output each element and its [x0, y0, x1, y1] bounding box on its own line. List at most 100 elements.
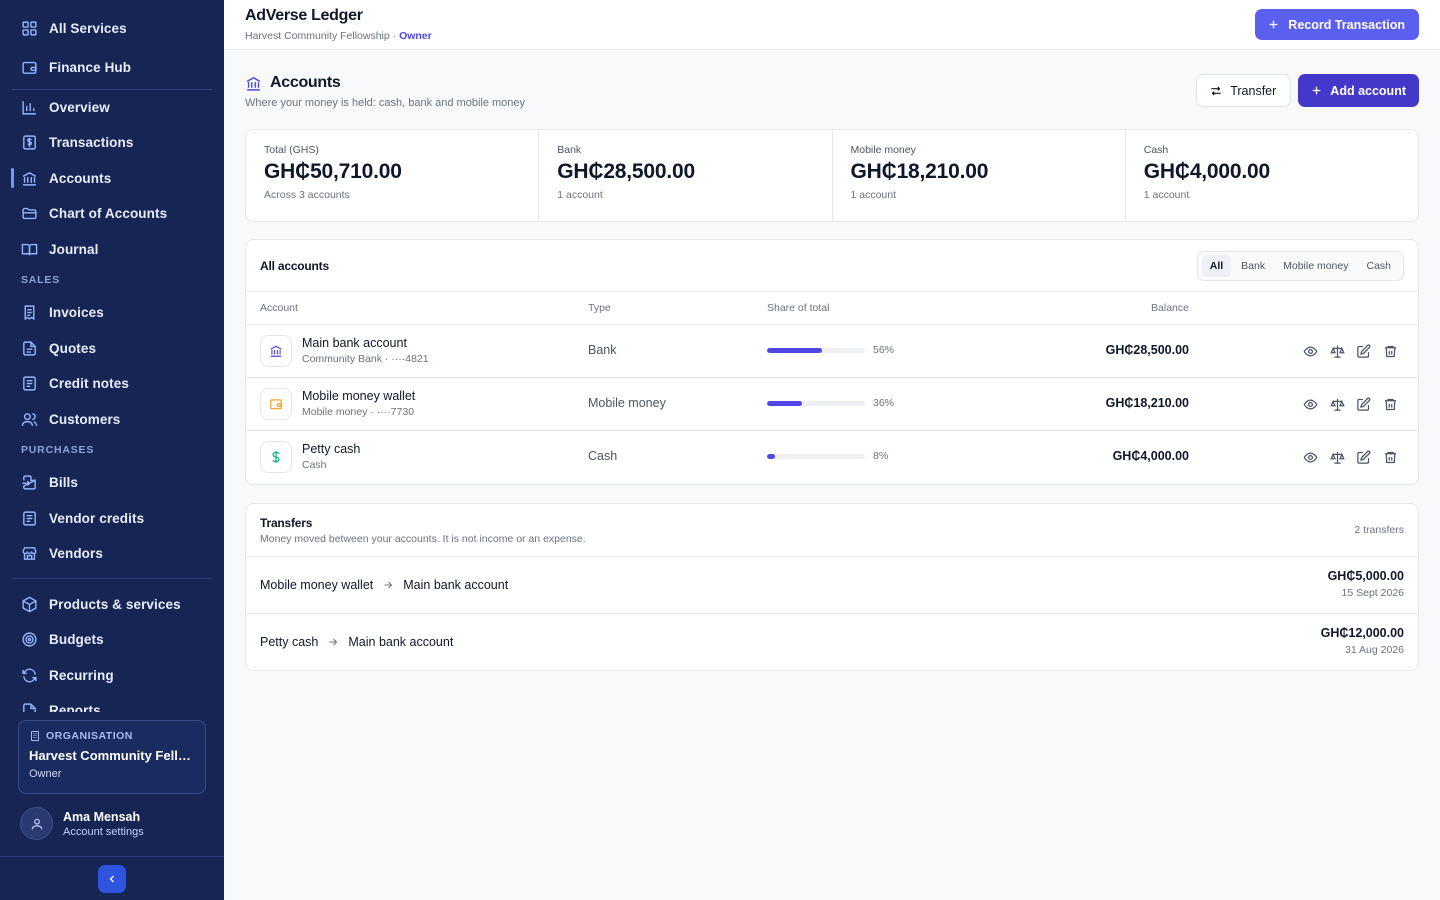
transfers-subtitle: Money moved between your accounts. It is… [260, 533, 586, 545]
bar-chart-icon [20, 98, 38, 116]
edit-icon[interactable] [1355, 342, 1373, 360]
transfer-from: Mobile money wallet [260, 578, 374, 592]
transfer-row[interactable]: Petty cash Main bank account GH₵12,000.0… [246, 614, 1418, 670]
table-header: Account Type Share of total Balance [246, 292, 1418, 325]
sidebar-item-products-services[interactable]: Products & services [12, 588, 212, 620]
sidebar-item-reports[interactable]: Reports [12, 694, 212, 712]
transfer-to: Main bank account [403, 578, 509, 592]
bank-icon [245, 75, 262, 92]
edit-icon[interactable] [1355, 448, 1373, 466]
stat-value: GH₵4,000.00 [1143, 160, 1270, 183]
transfers-title: Transfers [260, 516, 313, 530]
sidebar-item-label: Finance Hub [49, 59, 132, 75]
scale-icon[interactable] [1328, 395, 1346, 413]
trash-icon[interactable] [1381, 448, 1399, 466]
share-bar-fill [767, 348, 822, 353]
share-percent: 36% [873, 397, 895, 409]
box-icon [20, 595, 38, 613]
sidebar-item-quotes[interactable]: Quotes [12, 332, 212, 364]
app-title: AdVerse Ledger [245, 7, 363, 24]
organisation-card[interactable]: ORGANISATION Harvest Community Fello... … [18, 720, 206, 794]
sidebar-item-bills[interactable]: Bills [12, 466, 212, 498]
sidebar-item-label: Accounts [49, 170, 112, 186]
scale-icon[interactable] [1328, 448, 1346, 466]
chevron-left-icon [109, 875, 114, 883]
scale-icon[interactable] [1328, 342, 1346, 360]
nav-divider [12, 578, 212, 579]
sidebar-item-chart-of-accounts[interactable]: Chart of Accounts [12, 197, 212, 229]
sidebar-item-transactions[interactable]: Transactions [12, 126, 212, 158]
notes-icon [20, 374, 38, 392]
account-type: Mobile money [588, 396, 666, 410]
transfer-icon [1209, 84, 1223, 98]
collapse-sidebar-button[interactable] [98, 865, 126, 893]
trash-icon[interactable] [1381, 342, 1399, 360]
sidebar-item-overview[interactable]: Overview [12, 91, 212, 123]
transfers-card: Transfers Money moved between your accou… [245, 503, 1419, 671]
app-subtitle: Harvest Community Fellowship · Owner [245, 30, 432, 42]
sidebar-item-customers[interactable]: Customers [12, 403, 212, 435]
sidebar-item-invoices[interactable]: Invoices [12, 296, 212, 328]
page-subtitle: Where your money is held: cash, bank and… [245, 97, 526, 109]
transfer-row[interactable]: Mobile money wallet Main bank account GH… [246, 557, 1418, 614]
sidebar-item-all-services[interactable]: All Services [12, 12, 212, 44]
transfer-from: Petty cash [260, 635, 319, 649]
transfers-header: Transfers Money moved between your accou… [246, 504, 1418, 557]
sidebar-item-label: Credit notes [49, 375, 129, 391]
trash-icon[interactable] [1381, 395, 1399, 413]
sidebar-item-accounts[interactable]: Accounts [12, 162, 212, 194]
transfer-path: Mobile money wallet Main bank account [260, 578, 508, 592]
stat-label: Total (GHS) [264, 144, 319, 156]
account-settings-link[interactable]: Account settings [63, 826, 144, 838]
account-name: Petty cash [302, 442, 361, 456]
notes-icon [20, 509, 38, 527]
filter-all[interactable]: All [1201, 255, 1232, 277]
stat-mobile-money: Mobile money GH₵18,210.00 1 account [833, 130, 1126, 221]
user-account[interactable]: Ama Mensah Account settings [20, 807, 144, 840]
sidebar-item-label: Journal [49, 241, 99, 257]
org-name: Harvest Community Fellowship [245, 30, 390, 42]
eye-icon[interactable] [1302, 342, 1320, 360]
accounts-card-title: All accounts [260, 259, 329, 273]
sidebar-item-budgets[interactable]: Budgets [12, 623, 212, 655]
record-transaction-button[interactable]: Record Transaction [1255, 9, 1419, 40]
edit-icon[interactable] [1355, 395, 1373, 413]
row-actions [1293, 448, 1399, 466]
filter-cash[interactable]: Cash [1358, 255, 1399, 277]
transfer-date: 15 Sept 2026 [1341, 587, 1404, 599]
column-header-account: Account [260, 302, 298, 314]
share-bar [767, 401, 865, 406]
sidebar-item-recurring[interactable]: Recurring [12, 659, 212, 691]
transfer-button[interactable]: Transfer [1196, 74, 1292, 107]
sidebar-item-vendor-credits[interactable]: Vendor credits [12, 502, 212, 534]
sidebar-item-finance-hub[interactable]: Finance Hub [12, 51, 212, 83]
sidebar-item-journal[interactable]: Journal [12, 233, 212, 265]
account-balance: GH₵28,500.00 [1105, 343, 1189, 357]
sidebar-item-vendors[interactable]: Vendors [12, 537, 212, 569]
add-account-button[interactable]: Add account [1298, 74, 1419, 107]
add-account-label: Add account [1330, 83, 1406, 98]
sidebar-item-credit-notes[interactable]: Credit notes [12, 367, 212, 399]
target-icon [20, 630, 38, 648]
bank-icon [20, 169, 38, 187]
accounts-card-header: All accounts All Bank Mobile money Cash [246, 240, 1418, 292]
store-icon [20, 544, 38, 562]
sidebar-item-label: Reports [49, 702, 101, 713]
table-row[interactable]: Main bank account Community Bank · ····4… [246, 325, 1418, 378]
sidebar-item-label: Products & services [49, 596, 181, 612]
filter-bank[interactable]: Bank [1233, 255, 1273, 277]
table-row[interactable]: Mobile money wallet Mobile money · ····7… [246, 378, 1418, 431]
transfer-label: Transfer [1230, 83, 1277, 98]
eye-icon[interactable] [1302, 395, 1320, 413]
account-type-filter: All Bank Mobile money Cash [1196, 251, 1404, 281]
account-balance: GH₵4,000.00 [1112, 449, 1189, 463]
building-icon [29, 730, 41, 742]
arrow-right-icon [327, 636, 339, 648]
row-actions [1293, 395, 1399, 413]
eye-icon[interactable] [1302, 448, 1320, 466]
filter-mobile-money[interactable]: Mobile money [1275, 255, 1356, 277]
table-row[interactable]: Petty cash Cash Cash 8% GH₵4,000.00 [246, 431, 1418, 484]
page-title-text: Accounts [270, 74, 341, 91]
accounts-table-card: All accounts All Bank Mobile money Cash … [245, 239, 1419, 485]
page-title: Accounts [245, 74, 525, 92]
